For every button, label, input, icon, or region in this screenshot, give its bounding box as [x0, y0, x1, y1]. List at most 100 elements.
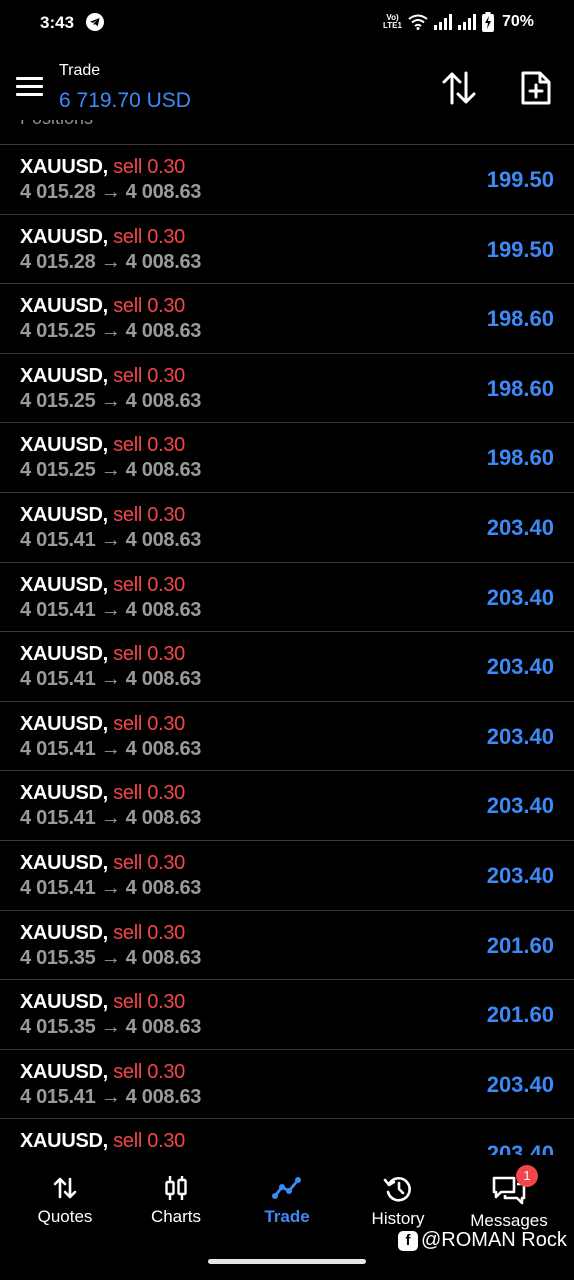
- status-time: 3:43: [40, 13, 75, 32]
- signal-icon-2: [457, 14, 476, 30]
- position-side: sell 0.30: [113, 503, 185, 526]
- app-bar: Trade 6 719.70 USD: [0, 46, 574, 120]
- position-symbol: XAUUSD, sell 0.30: [20, 574, 185, 597]
- position-prices: 4 015.28 → 4 008.63: [20, 250, 202, 273]
- symbol-text: XAUUSD,: [20, 1130, 108, 1153]
- position-row[interactable]: XAUUSD, sell 0.30 4 015.25 → 4 008.63 198.…: [0, 422, 574, 492]
- nav-charts-label: Charts: [150, 1207, 202, 1226]
- position-row[interactable]: XAUUSD, sell 0.30 4 015.41 → 4 008.63 203.…: [0, 770, 574, 840]
- positions-rows: XAUUSD, sell 0.30 4 015.28 → 4 008.63 199.…: [0, 144, 574, 1155]
- nav-history[interactable]: History: [343, 1175, 453, 1229]
- position-symbol: XAUUSD, sell 0.30: [20, 852, 185, 875]
- history-icon: [383, 1177, 411, 1202]
- position-prices: 4 015.35 → 4 008.63: [20, 946, 202, 969]
- nav-charts[interactable]: Charts: [121, 1175, 231, 1227]
- status-bar: 3:43 Vo) LTE1 70%: [0, 0, 574, 46]
- positions-list[interactable]: Positions XAUUSD, sell 0.304 015.28 → 4 …: [0, 120, 574, 1155]
- position-row[interactable]: XAUUSD, sell 0.30 4 015.28 → 4 008.63 199.…: [0, 213, 574, 284]
- position-row[interactable]: XAUUSD, sell 0.30 4 015.28 → 4 008.63 199.…: [0, 144, 574, 214]
- new-order-icon[interactable]: [520, 70, 552, 106]
- position-profit: 198.60: [486, 375, 554, 401]
- position-row[interactable]: XAUUSD, sell 0.30 4 015.35 → 4 008.63 201.…: [0, 909, 574, 980]
- position-side: sell 0.30: [113, 991, 185, 1014]
- telegram-icon: [86, 13, 104, 31]
- charts-icon: [165, 1176, 187, 1200]
- position-prices: 4 015.41 → 4 008.63: [20, 807, 202, 830]
- symbol-text: XAUUSD,: [20, 225, 108, 248]
- trade-icon: [272, 1177, 301, 1199]
- position-side: sell 0.30: [113, 712, 185, 735]
- nav-history-label: History: [371, 1209, 425, 1228]
- position-side: sell 0.30: [113, 851, 185, 874]
- position-symbol: XAUUSD, sell 0.30: [20, 713, 185, 736]
- symbol-text: XAUUSD,: [20, 503, 108, 526]
- symbol-text: XAUUSD,: [20, 434, 108, 457]
- symbol-text: XAUUSD,: [20, 1060, 108, 1083]
- position-prices: 4 015.28 → 4 008.63: [20, 181, 202, 203]
- sort-icon[interactable]: [441, 70, 477, 106]
- position-row[interactable]: XAUUSD, sell 0.30 4 015.25 → 4 008.63 198.…: [0, 283, 574, 353]
- position-row[interactable]: XAUUSD, sell 0.30 4 015.41 → 4 008.63 203.…: [0, 561, 574, 632]
- position-profit: 203.40: [486, 793, 554, 819]
- nav-quotes-label: Quotes: [37, 1207, 93, 1226]
- position-row[interactable]: XAUUSD, sell 0.30 4 015.25 → 4 008.63 198.…: [0, 352, 574, 423]
- facebook-icon: f: [398, 1230, 418, 1251]
- position-profit: 203.40: [486, 654, 554, 680]
- home-indicator[interactable]: [208, 1259, 366, 1264]
- position-profit: 198.60: [486, 445, 554, 471]
- position-symbol: XAUUSD, sell 0.30: [20, 922, 185, 945]
- position-prices: 4 015.35 → 4 008.63: [20, 1016, 202, 1039]
- position-symbol: XAUUSD, sell 0.30: [20, 991, 185, 1014]
- symbol-text: XAUUSD,: [20, 643, 108, 666]
- position-side: sell 0.30: [113, 643, 185, 666]
- position-symbol: XAUUSD, sell 0.30: [20, 295, 185, 318]
- nav-trade[interactable]: Trade: [232, 1175, 342, 1227]
- symbol-text: XAUUSD,: [20, 573, 108, 596]
- position-symbol: XAUUSD, sell 0.30: [20, 1061, 185, 1084]
- position-row[interactable]: XAUUSD, sell 0.30 4 015.35 → 4 008.63 201.…: [0, 979, 574, 1049]
- position-profit: 203.40: [486, 1071, 554, 1097]
- position-symbol: XAUUSD, sell 0.30: [20, 226, 185, 249]
- volte-indicator: Vo) LTE1: [383, 14, 402, 30]
- menu-icon[interactable]: [16, 77, 43, 97]
- battery-percentage: 70%: [501, 13, 534, 30]
- position-profit: 203.40: [486, 862, 554, 888]
- nav-messages[interactable]: 1 Messages: [454, 1165, 564, 1231]
- position-row[interactable]: XAUUSD, sell 0.30 4 015.41 → 4 008.63 203.…: [0, 631, 574, 701]
- position-row[interactable]: XAUUSD, sell 0.30 4 015.41 → 4 008.63 203.…: [0, 1048, 574, 1119]
- position-side: sell 0.30: [113, 156, 185, 178]
- position-symbol: XAUUSD, sell 0.30: [20, 434, 185, 457]
- nav-trade-label: Trade: [264, 1207, 310, 1226]
- position-profit: 199.50: [486, 167, 554, 192]
- position-side: sell 0.30: [113, 573, 185, 596]
- position-row[interactable]: XAUUSD, sell 0.30 4 015.41 → 4 008.63 203.…: [0, 839, 574, 910]
- position-row[interactable]: XAUUSD, sell 0.30 203.40: [0, 1118, 574, 1155]
- battery-charging-icon: [481, 12, 494, 32]
- position-profit: 203.40: [486, 1141, 554, 1155]
- messages-badge: 1: [516, 1165, 538, 1187]
- position-symbol: XAUUSD, sell 0.30: [20, 1130, 185, 1153]
- position-profit: 201.60: [486, 1002, 554, 1028]
- quotes-icon: [53, 1177, 77, 1199]
- position-prices: 4 015.41 → 4 008.63: [20, 668, 202, 691]
- position-prices: 4 015.25 → 4 008.63: [20, 389, 202, 412]
- position-prices: 4 015.25 → 4 008.63: [20, 320, 202, 343]
- position-prices: 4 015.25 → 4 008.63: [20, 459, 202, 482]
- symbol-text: XAUUSD,: [20, 782, 108, 805]
- symbol-text: XAUUSD,: [20, 712, 108, 735]
- nav-messages-label: Messages: [470, 1211, 548, 1230]
- nav-quotes[interactable]: Quotes: [10, 1175, 120, 1227]
- position-profit: 203.40: [486, 584, 554, 610]
- position-side: sell 0.30: [113, 225, 185, 248]
- position-symbol: XAUUSD, sell 0.30: [20, 156, 185, 179]
- position-row[interactable]: XAUUSD, sell 0.30 4 015.41 → 4 008.63 203.…: [0, 700, 574, 771]
- position-side: sell 0.30: [113, 1130, 185, 1153]
- lte-label: LTE1: [383, 21, 402, 30]
- position-side: sell 0.30: [113, 434, 185, 457]
- wifi-icon: [408, 14, 428, 30]
- symbol-text: XAUUSD,: [20, 921, 108, 944]
- position-profit: 201.60: [486, 932, 554, 958]
- position-row[interactable]: XAUUSD, sell 0.30 4 015.41 → 4 008.63 203.…: [0, 491, 574, 562]
- position-prices: 4 015.41 → 4 008.63: [20, 598, 202, 621]
- section-title: Positions: [20, 120, 93, 129]
